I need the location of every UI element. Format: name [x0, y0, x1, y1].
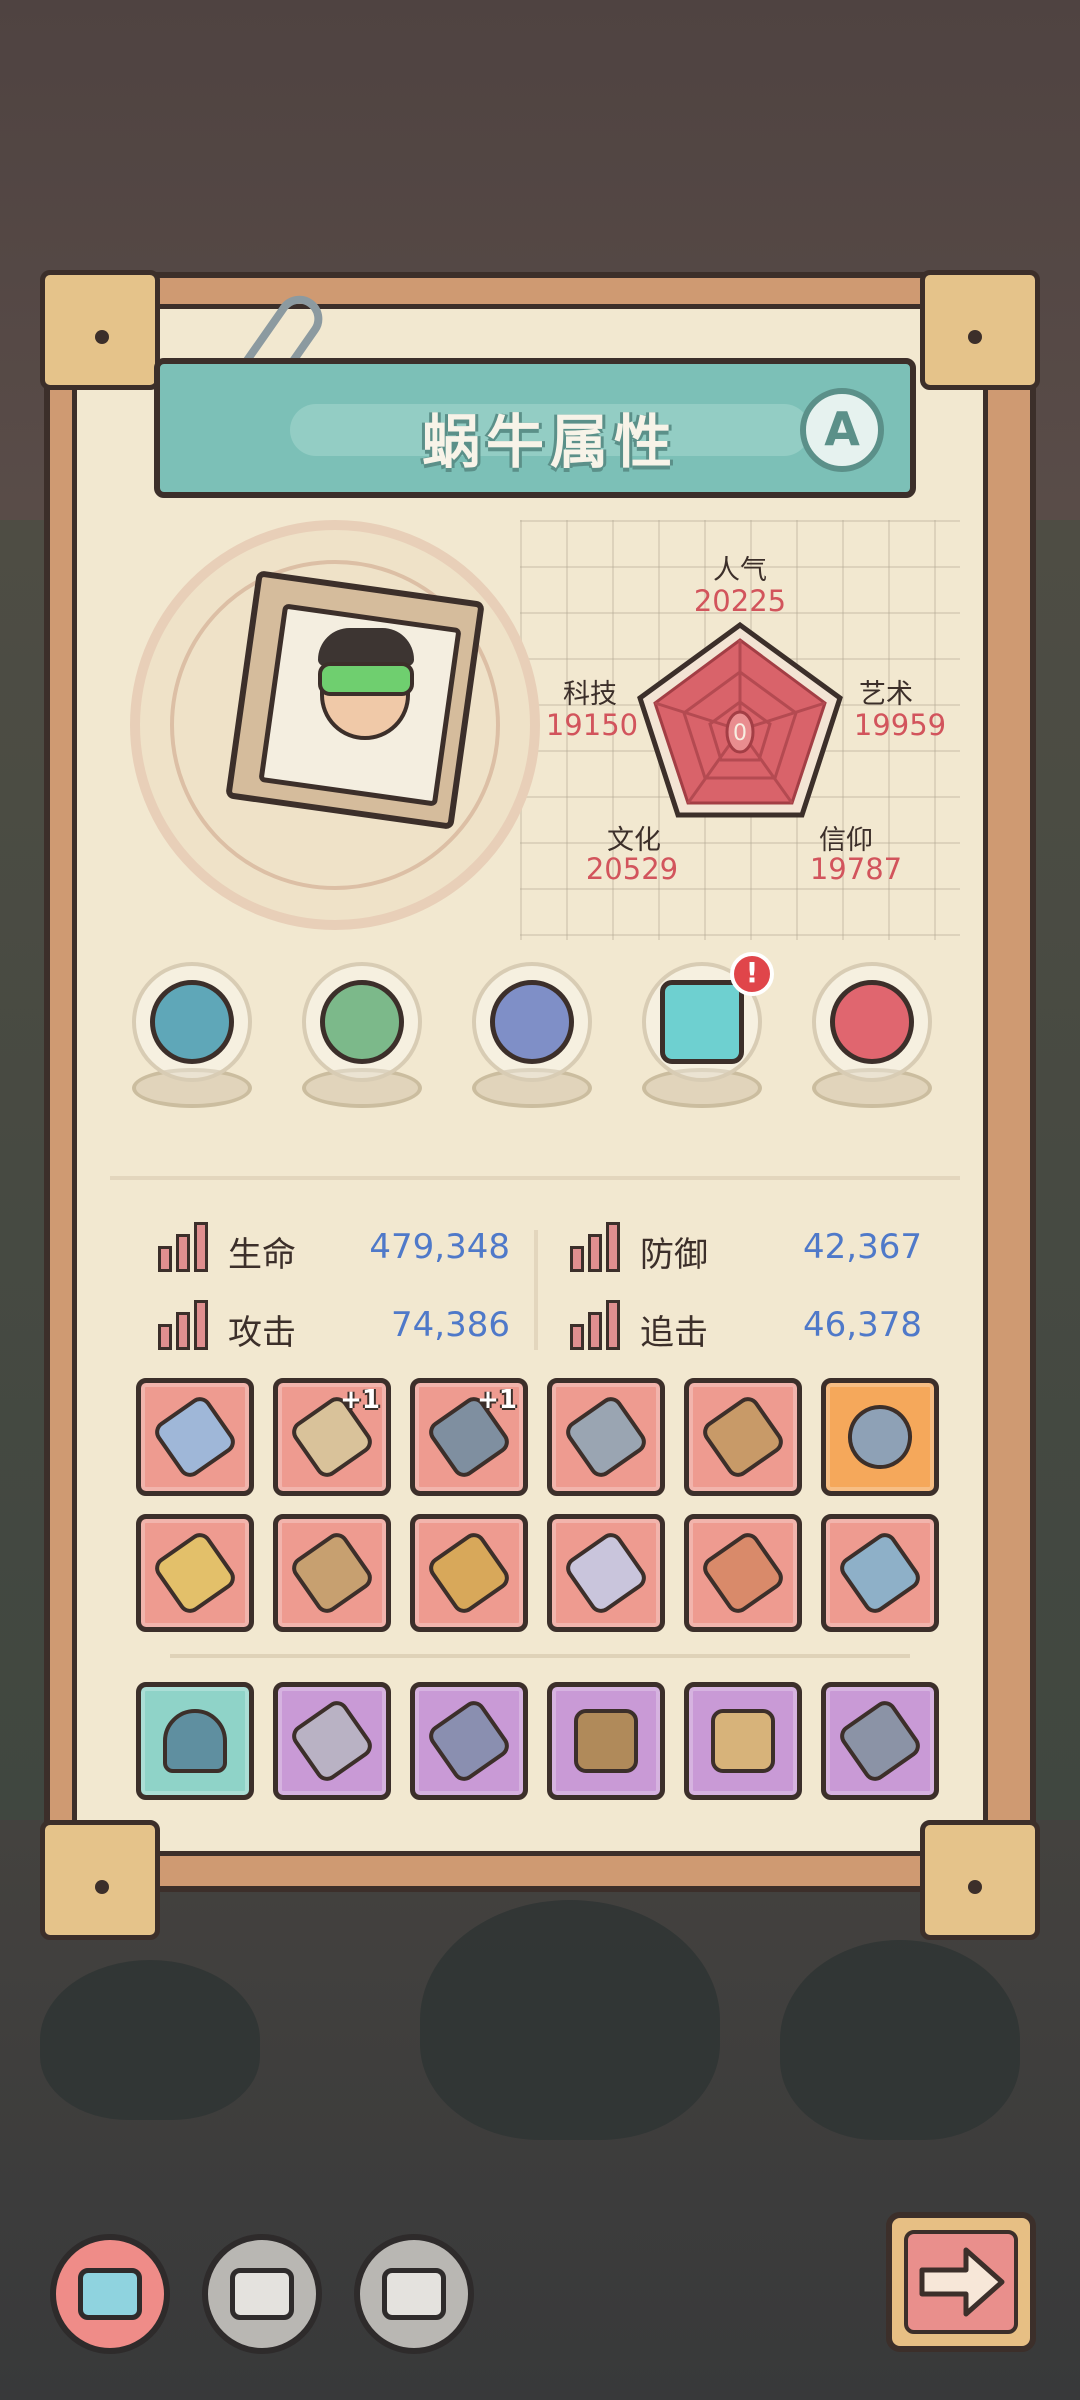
- attr-value-hp: 479,348: [369, 1227, 510, 1267]
- page-title: 蜗牛属性: [421, 408, 678, 476]
- spear-icon: [561, 1528, 651, 1618]
- upgrade-badge: +1: [340, 1385, 380, 1415]
- gun-icon: [835, 1528, 925, 1618]
- stat-value-art: 19959: [853, 708, 947, 742]
- rivet: [968, 330, 982, 344]
- attr-label-defense: 防御: [640, 1235, 708, 1275]
- equip-slot-sword[interactable]: [136, 1378, 254, 1496]
- relic-slot-5[interactable]: [802, 958, 942, 1118]
- staff-icon: [835, 1696, 925, 1786]
- stat-radar-chart: 0: [637, 621, 843, 818]
- snail-hair-icon: [318, 628, 414, 666]
- frame-corner: [920, 1820, 1040, 1940]
- equip-slot-glove[interactable]: [410, 1682, 528, 1800]
- rivet: [95, 1880, 109, 1894]
- arrow-right-icon: [904, 2230, 1018, 2334]
- equip-slot-axe[interactable]: [136, 1514, 254, 1632]
- equip-slot-bracer[interactable]: +1: [410, 1378, 528, 1496]
- grade-badge[interactable]: A: [800, 388, 884, 472]
- attr-value-defense: 42,367: [803, 1227, 922, 1267]
- attr-value-attack: 74,386: [391, 1305, 510, 1345]
- mace-icon: [424, 1528, 514, 1618]
- stat-value-faith: 19787: [809, 852, 903, 886]
- defense-shield-icon: [570, 1222, 630, 1272]
- equip-slot-blaster[interactable]: [273, 1514, 391, 1632]
- bush-decoration: [780, 1940, 1020, 2140]
- section-divider: [110, 1176, 960, 1180]
- sword-icon: [150, 1392, 240, 1482]
- equip-slot-helmet[interactable]: [136, 1682, 254, 1800]
- attr-label-chase: 追击: [640, 1313, 708, 1353]
- frame-corner: [920, 270, 1040, 390]
- chase-bolt-icon: [570, 1300, 630, 1350]
- equip-slot-armor[interactable]: [547, 1682, 665, 1800]
- equip-slot-rocket[interactable]: [684, 1514, 802, 1632]
- attr-label-hp: 生命: [228, 1235, 296, 1275]
- stat-label-art: 艺术: [859, 679, 913, 710]
- attr-column-divider: [534, 1230, 538, 1350]
- alert-badge: !: [730, 952, 774, 996]
- equip-slot-katana[interactable]: [273, 1682, 391, 1800]
- upgrade-badge: +1: [477, 1385, 517, 1415]
- axe-icon: [150, 1528, 240, 1618]
- snail-tab-1-button[interactable]: [50, 2234, 170, 2354]
- attr-value-chase: 46,378: [803, 1305, 922, 1345]
- rocket-icon: [698, 1528, 788, 1618]
- hook-icon: [835, 1392, 925, 1482]
- stat-value-popularity: 20225: [693, 584, 787, 618]
- equip-slot-mace[interactable]: [410, 1514, 528, 1632]
- stat-label-tech: 科技: [563, 679, 617, 710]
- bush-decoration: [40, 1960, 260, 2120]
- equip-slot-chest[interactable]: [684, 1682, 802, 1800]
- equip-slot-gauntlet[interactable]: +1: [273, 1378, 391, 1496]
- stat-value-tech: 19150: [545, 708, 639, 742]
- attr-label-attack: 攻击: [228, 1313, 296, 1353]
- stat-value-culture: 20529: [585, 852, 679, 886]
- chest-icon: [711, 1709, 775, 1773]
- equip-slot-gun[interactable]: [821, 1514, 939, 1632]
- equip-slot-staff[interactable]: [821, 1682, 939, 1800]
- goggles-icon: [318, 662, 414, 696]
- relic-slot-1[interactable]: [122, 958, 262, 1118]
- relic-slot-3[interactable]: [462, 958, 602, 1118]
- stat-label-popularity: 人气: [713, 555, 767, 586]
- relic-snail-shell-icon: [320, 980, 404, 1064]
- bush-decoration: [420, 1900, 720, 2140]
- equip-slot-hook[interactable]: [821, 1378, 939, 1496]
- blaster-icon: [287, 1528, 377, 1618]
- equip-slot-crossbow[interactable]: [684, 1378, 802, 1496]
- armor-icon: [574, 1709, 638, 1773]
- hp-pill-icon: [158, 1222, 218, 1272]
- relic-slot-2[interactable]: [292, 958, 432, 1118]
- equipment-separator: [170, 1654, 910, 1658]
- dagger-icon: [561, 1392, 651, 1482]
- compass-icon: [490, 980, 574, 1064]
- snail-face-icon: [382, 2268, 446, 2320]
- attack-sword-icon: [158, 1300, 218, 1350]
- relic-slot-4[interactable]: !: [632, 952, 774, 1118]
- radar-center-label: 0: [733, 721, 747, 746]
- cell-orb-icon: [830, 980, 914, 1064]
- katana-icon: [287, 1696, 377, 1786]
- rivet: [95, 330, 109, 344]
- helmet-icon: [163, 1709, 227, 1773]
- snail-tab-3-button[interactable]: [354, 2234, 474, 2354]
- equip-slot-dagger[interactable]: [547, 1378, 665, 1496]
- snail-face-icon: [78, 2268, 142, 2320]
- rivet: [968, 1880, 982, 1894]
- eye-tablet-icon: [660, 980, 744, 1064]
- crossbow-icon: [698, 1392, 788, 1482]
- equip-slot-spear[interactable]: [547, 1514, 665, 1632]
- next-arrow-button[interactable]: [886, 2212, 1036, 2352]
- glove-icon: [424, 1696, 514, 1786]
- snail-tab-2-button[interactable]: [202, 2234, 322, 2354]
- snail-face-icon: [230, 2268, 294, 2320]
- relic-creature-icon: [150, 980, 234, 1064]
